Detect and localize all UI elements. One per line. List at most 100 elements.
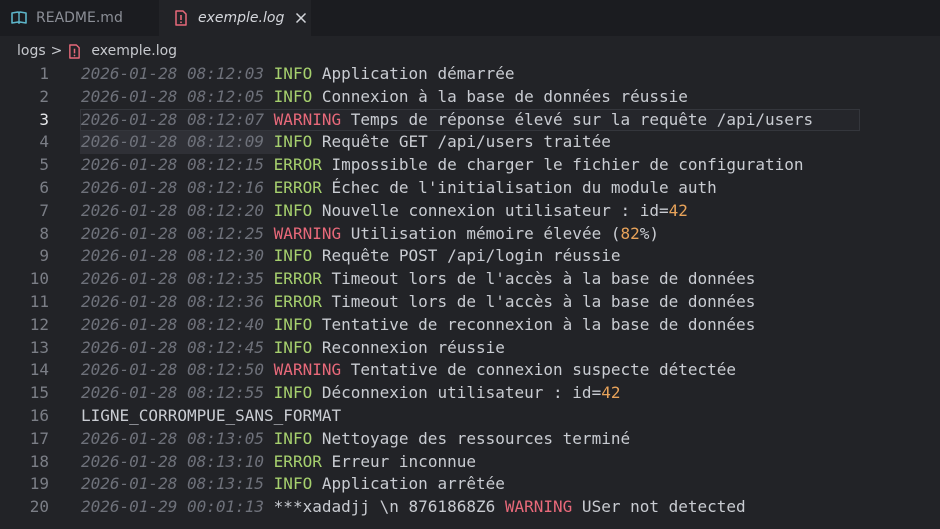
log-message: Connexion à la base de données réussie: [321, 86, 688, 106]
book-icon: [11, 10, 27, 26]
log-timestamp: 2026-01-28 08:12:05: [81, 86, 265, 106]
log-text: 2026-01-28 08:12:55 INFO Déconnexion uti…: [81, 382, 620, 405]
tab-exemple-log-label: exemple.log: [198, 10, 285, 26]
log-message: Nouvelle connexion utilisateur : id=: [321, 200, 669, 220]
tab-exemple-log[interactable]: exemple.log: [159, 0, 311, 36]
log-text: 2026-01-28 08:12:40 INFO Tentative de re…: [81, 314, 755, 337]
line-number: 12: [29, 314, 49, 334]
log-level: ERROR: [273, 291, 322, 311]
log-text: 2026-01-28 08:12:36 ERROR Timeout lors d…: [81, 291, 755, 314]
log-text: 2026-01-28 08:12:45 INFO Reconnexion réu…: [81, 337, 505, 360]
log-message: USer not detected: [572, 497, 746, 517]
tab-readme[interactable]: README.md: [0, 0, 158, 36]
log-level: ERROR: [273, 155, 322, 175]
log-level: INFO: [273, 246, 313, 266]
log-text: 2026-01-28 08:12:50 WARNING Tentative de…: [81, 359, 736, 382]
log-message: Reconnexion réussie: [321, 337, 505, 357]
log-line[interactable]: 13 2026-01-28 08:12:45 INFO Reconnexion r…: [0, 337, 940, 360]
log-text: 2026-01-28 08:13:10 ERROR Erreur inconnu…: [81, 451, 476, 474]
log-message: Timeout lors de l'accès à la base de don…: [331, 269, 756, 289]
log-line[interactable]: 5 2026-01-28 08:12:15 ERROR Impossible de…: [0, 154, 940, 177]
close-icon[interactable]: [294, 11, 308, 25]
log-line[interactable]: 17 2026-01-28 08:13:05 INFO Nettoyage des…: [0, 428, 940, 451]
log-level: INFO: [273, 314, 313, 334]
log-message: Impossible de charger le fichier de conf…: [331, 155, 804, 175]
log-timestamp: 2026-01-28 08:13:05: [81, 428, 265, 448]
line-number: 19: [29, 474, 49, 494]
log-line[interactable]: 16 LIGNE_CORROMPUE_SANS_FORMAT: [0, 405, 940, 428]
log-line[interactable]: 4 2026-01-28 08:12:09 INFO Requête GET /a…: [0, 131, 940, 155]
log-message: Déconnexion utilisateur : id=: [321, 383, 602, 403]
log-level: INFO: [273, 132, 313, 152]
log-text: 2026-01-28 08:13:05 INFO Nettoyage des r…: [81, 428, 630, 451]
line-number: 15: [29, 383, 49, 403]
log-level: INFO: [273, 200, 313, 220]
log-line[interactable]: 10 2026-01-28 08:12:35 ERROR Timeout lors…: [0, 268, 940, 291]
log-timestamp: 2026-01-28 08:13:15: [81, 474, 265, 494]
log-text: 2026-01-28 08:12:07 WARNING Temps de rép…: [81, 109, 813, 132]
line-number: 2: [39, 86, 49, 106]
log-level: ERROR: [273, 451, 322, 471]
log-level: INFO: [273, 383, 313, 403]
log-line[interactable]: 1 2026-01-28 08:12:03 INFO Application dé…: [0, 63, 940, 86]
log-message: Requête GET /api/users traitée: [321, 132, 611, 152]
log-text: 2026-01-28 08:12:20 INFO Nouvelle connex…: [81, 200, 688, 223]
log-line[interactable]: 18 2026-01-28 08:13:10 ERROR Erreur incon…: [0, 451, 940, 474]
log-timestamp: 2026-01-28 08:12:09: [81, 132, 265, 152]
log-level: INFO: [273, 86, 313, 106]
log-text: 2026-01-28 08:12:35 ERROR Timeout lors d…: [81, 268, 755, 291]
line-number: 8: [39, 223, 49, 243]
line-number: 9: [39, 246, 49, 266]
log-timestamp: 2026-01-28 08:13:10: [81, 451, 265, 471]
log-message: LIGNE_CORROMPUE_SANS_FORMAT: [81, 405, 342, 425]
log-timestamp: 2026-01-28 08:12:55: [81, 383, 265, 403]
log-line[interactable]: 20 2026-01-29 00:01:13 ***xadadjj \n 8761…: [0, 496, 940, 519]
log-text: 2026-01-28 08:12:30 INFO Requête POST /a…: [81, 245, 620, 268]
log-number: 42: [668, 200, 688, 220]
log-line[interactable]: 8 2026-01-28 08:12:25 WARNING Utilisation…: [0, 223, 940, 246]
log-message: Utilisation mémoire élevée (: [350, 223, 621, 243]
log-line[interactable]: 2 2026-01-28 08:12:05 INFO Connexion à la…: [0, 86, 940, 109]
log-timestamp: 2026-01-28 08:12:45: [81, 337, 265, 357]
log-line[interactable]: 19 2026-01-28 08:13:15 INFO Application a…: [0, 473, 940, 496]
log-timestamp: 2026-01-28 08:12:07: [81, 109, 265, 129]
log-line[interactable]: 14 2026-01-28 08:12:50 WARNING Tentative …: [0, 359, 940, 382]
log-message: Timeout lors de l'accès à la base de don…: [331, 291, 756, 311]
log-text: 2026-01-29 00:01:13 ***xadadjj \n 876186…: [81, 496, 746, 519]
tab-readme-label: README.md: [36, 10, 123, 26]
log-timestamp: 2026-01-28 08:12:30: [81, 246, 265, 266]
log-message: Application arrêtée: [321, 474, 505, 494]
log-level: INFO: [273, 64, 313, 83]
log-line[interactable]: 15 2026-01-28 08:12:55 INFO Déconnexion u…: [0, 382, 940, 405]
log-line[interactable]: 6 2026-01-28 08:12:16 ERROR Échec de l'in…: [0, 177, 940, 200]
log-message: Requête POST /api/login réussie: [321, 246, 621, 266]
line-number: 10: [29, 269, 49, 289]
log-line[interactable]: 12 2026-01-28 08:12:40 INFO Tentative de …: [0, 314, 940, 337]
log-line[interactable]: 9 2026-01-28 08:12:30 INFO Requête POST /…: [0, 245, 940, 268]
log-line[interactable]: 3 2026-01-28 08:12:07 WARNING Temps de ré…: [0, 108, 940, 132]
log-text: 2026-01-28 08:12:15 ERROR Impossible de …: [81, 154, 804, 177]
code-editor[interactable]: 1 2026-01-28 08:12:03 INFO Application dé…: [0, 63, 940, 519]
log-line[interactable]: 11 2026-01-28 08:12:36 ERROR Timeout lors…: [0, 291, 940, 314]
breadcrumb-folder[interactable]: logs: [17, 43, 46, 59]
log-text: 2026-01-28 08:12:05 INFO Connexion à la …: [81, 86, 688, 109]
line-number: 18: [29, 451, 49, 471]
log-timestamp: 2026-01-28 08:12:16: [81, 177, 265, 197]
log-message: Tentative de reconnexion à la base de do…: [321, 314, 756, 334]
breadcrumb-file[interactable]: exemple.log: [91, 43, 177, 59]
line-number: 6: [39, 177, 49, 197]
log-line[interactable]: 7 2026-01-28 08:12:20 INFO Nouvelle conne…: [0, 200, 940, 223]
log-level: INFO: [273, 337, 313, 357]
line-number: 7: [39, 200, 49, 220]
editor-window: README.md exemple.log logs > exemple.log…: [0, 0, 940, 529]
breadcrumb: logs > exemple.log: [17, 40, 177, 62]
breadcrumb-separator: >: [50, 43, 63, 59]
line-number: 16: [29, 405, 49, 425]
line-number: 3: [39, 109, 49, 129]
log-text: 2026-01-28 08:13:15 INFO Application arr…: [81, 473, 505, 496]
log-text: LIGNE_CORROMPUE_SANS_FORMAT: [81, 405, 341, 428]
log-timestamp: 2026-01-29 00:01:13: [81, 497, 265, 517]
log-timestamp: 2026-01-28 08:12:40: [81, 314, 265, 334]
log-text: 2026-01-28 08:12:09 INFO Requête GET /ap…: [81, 131, 611, 154]
log-timestamp: 2026-01-28 08:12:20: [81, 200, 265, 220]
